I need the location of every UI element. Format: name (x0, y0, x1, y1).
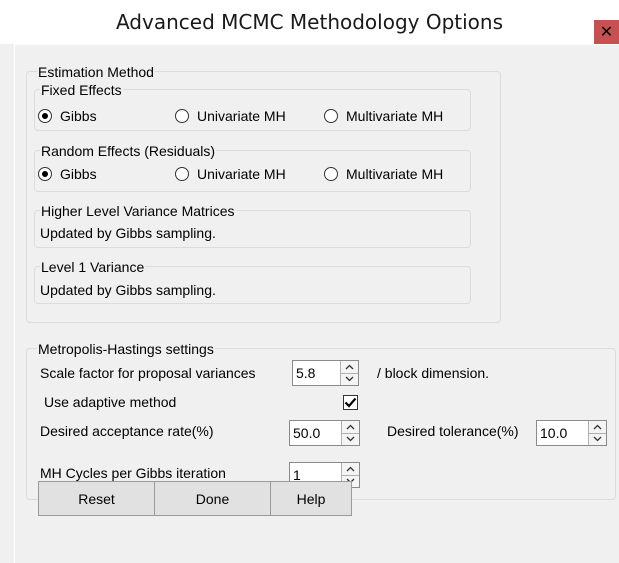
chevron-up-icon (346, 424, 355, 430)
random-univariate-mh-radio[interactable]: Univariate MH (175, 166, 286, 182)
tolerance-up-button[interactable] (589, 421, 606, 433)
random-gibbs-radio[interactable]: Gibbs (38, 166, 97, 182)
tolerance-down-button[interactable] (589, 432, 606, 445)
acceptance-rate-spinner[interactable] (289, 420, 360, 446)
acceptance-rate-input[interactable] (290, 421, 341, 445)
radio-indicator (175, 109, 189, 123)
chevron-up-icon (593, 424, 602, 430)
close-icon: ✕ (599, 22, 614, 41)
chevron-down-icon (593, 436, 602, 442)
mh-cycles-up-button[interactable] (342, 463, 359, 475)
level1-variance-label: Level 1 Variance (40, 259, 146, 275)
scale-factor-spinner[interactable] (292, 360, 359, 386)
radio-selected-indicator (38, 109, 52, 123)
chevron-down-icon (346, 436, 355, 442)
fixed-multivariate-mh-radio[interactable]: Multivariate MH (324, 108, 443, 124)
scale-factor-label: Scale factor for proposal variances (40, 365, 256, 381)
scale-factor-up-button[interactable] (341, 361, 358, 373)
spin-buttons (340, 361, 358, 385)
scale-factor-down-button[interactable] (341, 372, 358, 385)
fixed-gibbs-radio[interactable]: Gibbs (38, 108, 97, 124)
random-univariate-mh-label: Univariate MH (197, 166, 286, 182)
fixed-effects-label: Fixed Effects (40, 82, 123, 98)
acceptance-rate-up-button[interactable] (342, 421, 359, 433)
scale-factor-suffix: / block dimension. (377, 365, 490, 381)
chevron-down-icon (345, 376, 354, 382)
done-button[interactable]: Done (154, 481, 271, 516)
spin-buttons (588, 421, 606, 445)
reset-button[interactable]: Reset (38, 481, 155, 516)
title-bar[interactable]: Advanced MCMC Methodology Options ✕ (0, 0, 619, 44)
chevron-up-icon (345, 364, 354, 370)
fixed-univariate-mh-radio[interactable]: Univariate MH (175, 108, 286, 124)
estimation-method-label: Estimation Method (37, 64, 155, 80)
chevron-up-icon (346, 466, 355, 472)
tolerance-label: Desired tolerance(%) (387, 423, 519, 439)
random-effects-label: Random Effects (Residuals) (40, 143, 217, 159)
adaptive-method-checkbox[interactable] (343, 395, 358, 410)
fixed-multivariate-mh-label: Multivariate MH (346, 108, 444, 124)
fixed-univariate-mh-label: Univariate MH (197, 108, 286, 124)
scale-factor-input[interactable] (293, 361, 340, 385)
adaptive-method-label: Use adaptive method (44, 394, 177, 410)
acceptance-rate-down-button[interactable] (342, 432, 359, 445)
random-multivariate-mh-label: Multivariate MH (346, 166, 444, 182)
higher-level-variance-label: Higher Level Variance Matrices (40, 203, 236, 219)
tolerance-input[interactable] (537, 421, 588, 445)
help-button[interactable]: Help (270, 481, 352, 516)
fixed-gibbs-label: Gibbs (60, 108, 97, 124)
radio-indicator (324, 109, 338, 123)
radio-indicator (324, 167, 338, 181)
random-multivariate-mh-radio[interactable]: Multivariate MH (324, 166, 443, 182)
tolerance-spinner[interactable] (536, 420, 607, 446)
radio-selected-indicator (38, 167, 52, 181)
acceptance-rate-label: Desired acceptance rate(%) (40, 423, 214, 439)
spin-buttons (341, 421, 359, 445)
mcmc-options-dialog: Advanced MCMC Methodology Options ✕ Esti… (0, 0, 619, 563)
random-gibbs-label: Gibbs (60, 166, 97, 182)
higher-level-variance-text: Updated by Gibbs sampling. (40, 225, 216, 241)
mh-cycles-label: MH Cycles per Gibbs iteration (40, 465, 226, 481)
level1-variance-text: Updated by Gibbs sampling. (40, 282, 216, 298)
radio-indicator (175, 167, 189, 181)
mh-settings-label: Metropolis-Hastings settings (37, 341, 215, 357)
check-icon (344, 397, 357, 408)
close-button[interactable]: ✕ (594, 20, 619, 44)
window-title: Advanced MCMC Methodology Options (115, 10, 504, 34)
